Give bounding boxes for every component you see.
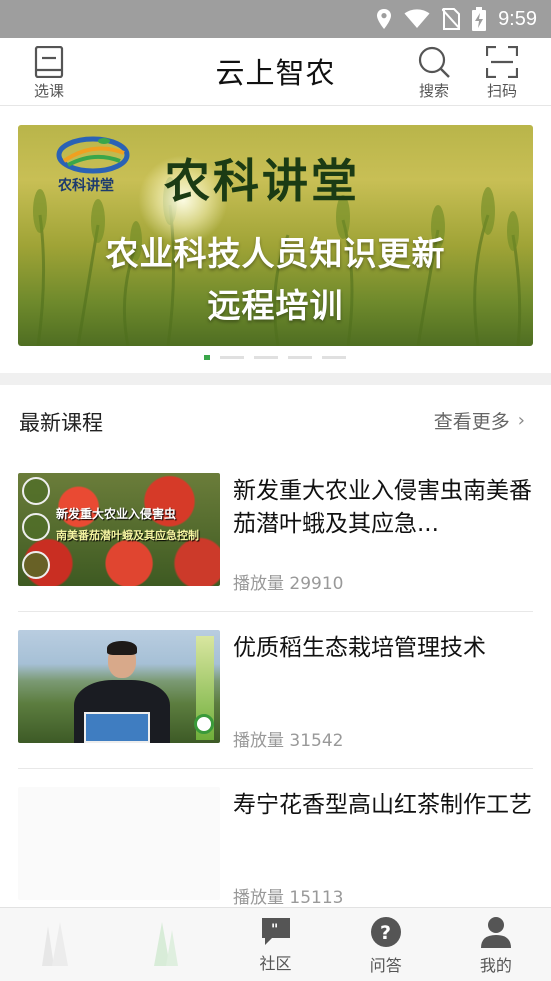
- course-title: 优质稻生态栽培管理技术: [233, 635, 486, 661]
- tab-community[interactable]: " 社区: [220, 908, 330, 981]
- course-thumbnail: 新发重大农业入侵害虫 南美番茄潜叶蛾及其应急控制: [18, 473, 220, 586]
- tab-home[interactable]: [0, 908, 110, 981]
- tab-qa[interactable]: ? 问答: [331, 908, 441, 981]
- home-icon: [42, 922, 69, 966]
- scan-label: 扫码: [486, 82, 517, 100]
- section-title: 最新课程: [19, 411, 103, 435]
- pest-photo-circle: [22, 477, 50, 505]
- app-screen: 9:59 选课 云上智农 搜索 扫码 农科讲堂 农科讲堂 农业科技人员知识更新 …: [0, 0, 551, 981]
- no-sim-icon: [442, 8, 461, 30]
- tab-community-label: 社区: [259, 954, 292, 973]
- thumbnail-caption: 南美番茄潜叶蛾及其应急控制: [56, 529, 199, 542]
- status-time: 9:59: [498, 7, 537, 30]
- wifi-icon: [404, 9, 430, 28]
- banner-slide[interactable]: 农科讲堂 农科讲堂 农业科技人员知识更新 远程培训: [18, 125, 533, 346]
- course-play-count: 播放量 15113: [233, 888, 344, 908]
- question-icon: ?: [370, 917, 401, 947]
- lecturer-hair: [107, 641, 137, 655]
- see-more-label: 查看更多: [433, 411, 510, 433]
- course-thumbnail: [18, 787, 220, 900]
- tab-profile-label: 我的: [479, 956, 512, 975]
- course-play-count: 播放量 29910: [233, 574, 344, 594]
- course-item[interactable]: 新发重大农业入侵害虫 南美番茄潜叶蛾及其应急控制 新发重大农业入侵害虫南美番茄潜…: [18, 455, 533, 612]
- study-icon: [154, 922, 179, 966]
- pest-photo-circle: [22, 551, 50, 579]
- svg-text:?: ?: [380, 922, 391, 944]
- pest-photo-circle: [22, 513, 50, 541]
- banner-headline-line1: 农业科技人员知识更新: [105, 234, 446, 273]
- location-icon: [377, 9, 392, 29]
- banner-logo-text: 农科讲堂: [58, 178, 114, 194]
- tab-profile[interactable]: 我的: [441, 908, 551, 981]
- scan-button[interactable]: 扫码: [472, 46, 532, 102]
- course-title: 新发重大农业入侵害虫南美番茄潜叶蛾及其应急...: [233, 478, 532, 537]
- status-bar: 9:59: [0, 0, 551, 38]
- community-icon: ": [261, 918, 290, 945]
- latest-courses-header: 最新课程 查看更多 ›: [0, 385, 551, 455]
- bottom-tab-bar: " 社区 ? 问答 我的: [0, 907, 551, 981]
- top-nav: 选课 云上智农 搜索 扫码: [0, 38, 551, 106]
- battery-charging-icon: [472, 7, 487, 31]
- chevron-right-icon: ›: [517, 410, 525, 431]
- app-title: 云上智农: [215, 56, 336, 90]
- carousel-dot[interactable]: [220, 356, 244, 359]
- scan-icon: [486, 46, 518, 78]
- course-list: 新发重大农业入侵害虫 南美番茄潜叶蛾及其应急控制 新发重大农业入侵害虫南美番茄潜…: [0, 455, 551, 926]
- course-play-count: 播放量 31542: [233, 731, 344, 751]
- thumbnail-caption: 新发重大农业入侵害虫: [56, 507, 177, 521]
- search-label: 搜索: [418, 82, 449, 100]
- banner-title: 农科讲堂: [164, 154, 360, 208]
- course-thumbnail: [18, 630, 220, 743]
- see-more-link[interactable]: 查看更多 ›: [434, 407, 525, 434]
- tab-study[interactable]: [110, 908, 220, 981]
- thumbnail-emblem: [194, 714, 214, 734]
- banner-headline-line2: 远程培训: [207, 286, 344, 325]
- banner-carousel: 农科讲堂 农科讲堂 农业科技人员知识更新 远程培训: [0, 107, 551, 373]
- status-icons: 9:59: [376, 0, 537, 38]
- search-icon: [418, 46, 450, 78]
- course-item[interactable]: 寿宁花香型高山红茶制作工艺 播放量 15113: [18, 769, 533, 926]
- carousel-dot[interactable]: [288, 356, 312, 359]
- section-divider: [0, 373, 551, 385]
- course-title: 寿宁花香型高山红茶制作工艺: [233, 792, 532, 818]
- carousel-dot[interactable]: [322, 356, 346, 359]
- search-button[interactable]: 搜索: [404, 46, 464, 102]
- carousel-indicator: [204, 355, 346, 360]
- course-item[interactable]: 优质稻生态栽培管理技术 播放量 31542: [18, 612, 533, 769]
- carousel-dot-active[interactable]: [204, 355, 210, 360]
- carousel-dot[interactable]: [254, 356, 278, 359]
- svg-text:": ": [271, 922, 278, 938]
- profile-icon: [480, 917, 511, 948]
- tab-qa-label: 问答: [369, 956, 402, 975]
- lecture-desk: [84, 712, 150, 743]
